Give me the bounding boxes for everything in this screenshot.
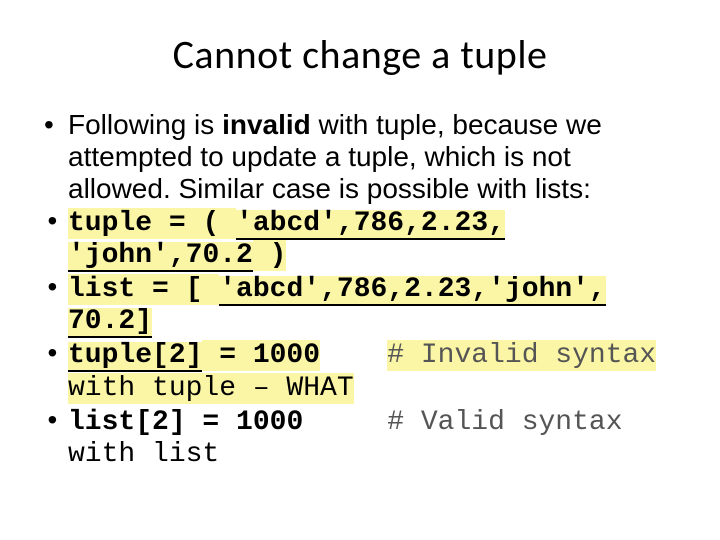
lparen: ( [202,208,236,239]
intro-bold: invalid [222,109,311,140]
comma-2: , [404,210,421,240]
with-list: with list [68,439,219,470]
val-702: 70.2 [186,242,253,272]
list-idx: list[2] [68,407,186,438]
lcomma-1: , [320,276,337,306]
slide-title: Cannot change a tuple [40,30,680,79]
lcomma-4: , [589,276,606,306]
with-tuple-what: with tuple – WHAT [68,373,354,404]
comma-4: , [169,242,186,272]
rbrack: ] [135,308,152,338]
lcomma-2: , [387,276,404,306]
bullet-list-assign: list[2] = 1000 # Valid syntax with list [40,407,680,471]
op-eq-2: = [135,274,185,305]
lcomma-3: , [471,276,488,306]
kw-tuple: tuple [68,208,152,239]
val-john: 'john' [68,242,169,272]
op-eq: = [152,208,202,239]
assign-op-1: = 1000 [202,340,320,371]
bullet-intro: Following is invalid with tuple, because… [40,109,680,206]
val-abcd: 'abcd' [236,210,337,240]
slide-body: Following is invalid with tuple, because… [40,109,680,471]
kw-list: list [68,274,135,305]
assign-op-2: = 1000 [186,407,304,438]
intro-text-1: Following is [68,109,222,140]
comment-invalid: # Invalid syntax [387,340,656,371]
tuple-idx: tuple[2] [68,342,202,372]
val-786: 786 [354,210,404,240]
comment-valid: # Valid syntax [387,407,622,438]
lval-702: 70.2 [68,308,135,338]
bullet-tuple-def: tuple = ( 'abcd', 786 , 2.23, 'john', 70… [40,208,680,272]
lval-786: 786 [337,276,387,306]
lbrack: [ [186,274,220,305]
comma-1: , [337,210,354,240]
val-223: 2.23 [421,210,488,240]
slide: Cannot change a tuple Following is inval… [0,0,720,540]
comma-3: , [488,210,505,240]
lval-abcd: 'abcd' [219,276,320,306]
rparen: ) [253,240,287,271]
bullet-list-def: list = [ 'abcd', 786 , 2.23, 'john', 70.… [40,274,680,338]
bullet-tuple-assign: tuple[2] = 1000 # Invalid syntax with tu… [40,340,680,404]
lval-223: 2.23 [404,276,471,306]
lval-john: 'john' [488,276,589,306]
